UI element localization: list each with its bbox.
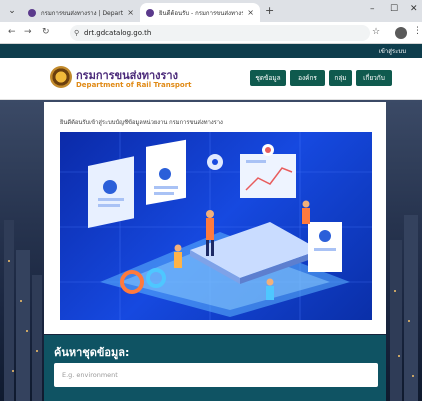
browser-tabstrip: ⌄ กรมการขนส่งทางราง | Departmen × ยินดีต… xyxy=(0,0,422,22)
maximize-icon[interactable]: ☐ xyxy=(390,4,398,14)
login-link[interactable]: เข้าสู่ระบบ xyxy=(379,46,406,56)
close-tab-icon[interactable]: × xyxy=(247,8,254,17)
reload-icon[interactable]: ↻ xyxy=(42,27,50,37)
url-text: drt.gdcatalog.go.th xyxy=(84,29,152,37)
site-topbar: เข้าสู่ระบบ xyxy=(0,44,422,58)
brand-name-english[interactable]: Department of Rail Transport xyxy=(76,81,192,89)
nav-organizations-button[interactable]: องค์กร xyxy=(290,70,325,86)
bookmark-star-icon[interactable]: ☆ xyxy=(372,27,380,37)
tab-title: ยินดีต้อนรับ - กรมการขนส่งทางราง xyxy=(159,9,244,17)
minimize-icon[interactable]: – xyxy=(370,4,375,14)
search-title: ค้นหาชุดข้อมูล: xyxy=(54,346,130,359)
dataset-search-input[interactable] xyxy=(54,363,378,387)
favicon xyxy=(146,8,154,17)
drt-logo[interactable] xyxy=(50,66,72,88)
url-field[interactable]: ⚲ drt.gdcatalog.go.th xyxy=(70,25,370,41)
profile-avatar-icon[interactable] xyxy=(395,27,407,39)
nav-groups-button[interactable]: กลุ่ม xyxy=(329,70,352,86)
tab-title: กรมการขนส่งทางราง | Departmen xyxy=(41,9,124,17)
nav-datasets-button[interactable]: ชุดข้อมูล xyxy=(250,70,286,86)
favicon xyxy=(28,8,36,17)
address-bar-row: ← → ↻ ⚲ drt.gdcatalog.go.th ☆ ⋮ xyxy=(0,22,422,44)
browser-tab-2-active[interactable]: ยินดีต้อนรับ - กรมการขนส่งทางราง × xyxy=(140,3,260,22)
hero-illustration xyxy=(60,132,372,320)
nav-about-button[interactable]: เกี่ยวกับ xyxy=(356,70,392,86)
site-info-icon[interactable]: ⚲ xyxy=(74,25,79,41)
data-illustration-svg xyxy=(60,132,372,320)
close-tab-icon[interactable]: × xyxy=(127,8,134,17)
dataset-search-panel: ค้นหาชุดข้อมูล: xyxy=(44,335,386,401)
welcome-text: ยินดีต้อนรับเข้าสู่ระบบบัญชีข้อมูลหน่วยง… xyxy=(60,120,223,126)
forward-arrow-icon[interactable]: → xyxy=(24,27,32,37)
back-arrow-icon[interactable]: ← xyxy=(8,27,16,37)
welcome-card: ยินดีต้อนรับเข้าสู่ระบบบัญชีข้อมูลหน่วยง… xyxy=(44,102,386,334)
close-window-icon[interactable]: ✕ xyxy=(410,4,418,14)
menu-kebab-icon[interactable]: ⋮ xyxy=(413,26,422,36)
tab-search-icon[interactable]: ⌄ xyxy=(6,5,18,17)
new-tab-plus-icon[interactable]: + xyxy=(265,4,274,17)
site-header: กรมการขนส่งทางราง Department of Rail Tra… xyxy=(0,58,422,100)
browser-tab-1[interactable]: กรมการขนส่งทางราง | Departmen × xyxy=(22,3,140,22)
